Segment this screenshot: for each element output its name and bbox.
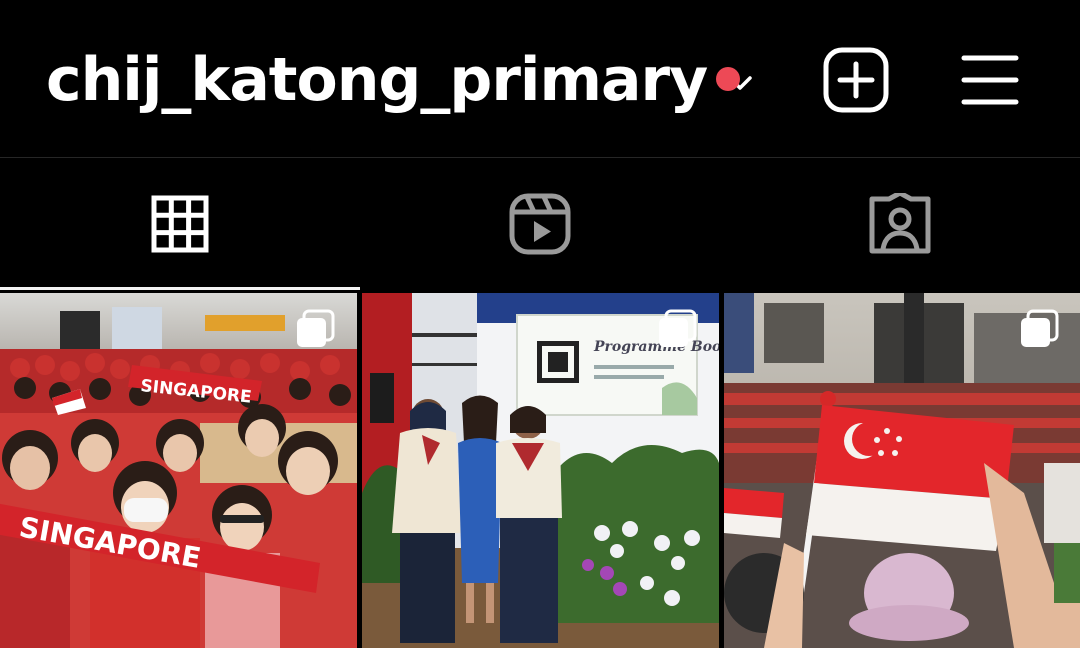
post-thumbnail[interactable]: Programme Booklet [362, 293, 719, 648]
notification-dot [716, 67, 740, 91]
username-title: chij_katong_primary [46, 45, 708, 115]
hamburger-menu-icon [961, 55, 1019, 105]
posts-grid: SINGAPORE SINGAPORE Programme Boo [0, 293, 1080, 648]
profile-tabs [0, 158, 1080, 290]
tagged-person-icon [869, 193, 931, 254]
carousel-icon [297, 309, 335, 347]
active-tab-indicator [0, 287, 360, 290]
reels-icon [509, 193, 571, 255]
account-switcher[interactable]: chij_katong_primary [46, 40, 755, 120]
profile-screen: chij_katong_primary SINGAPORE SINGAPORE … [0, 0, 1080, 648]
plus-square-icon [823, 47, 889, 113]
tab-reels[interactable] [360, 158, 720, 290]
screen-title: Programme Booklet [593, 339, 719, 355]
carousel-icon [659, 309, 697, 347]
tab-posts[interactable] [0, 158, 360, 290]
post-thumbnail[interactable]: SINGAPORE SINGAPORE [0, 293, 357, 648]
carousel-icon [1021, 309, 1059, 347]
profile-header: chij_katong_primary [0, 0, 1080, 158]
new-post-button[interactable] [822, 46, 890, 114]
menu-button[interactable] [958, 50, 1022, 110]
grid-icon [151, 195, 209, 253]
tab-tagged[interactable] [720, 158, 1080, 290]
post-thumbnail[interactable] [724, 293, 1080, 648]
